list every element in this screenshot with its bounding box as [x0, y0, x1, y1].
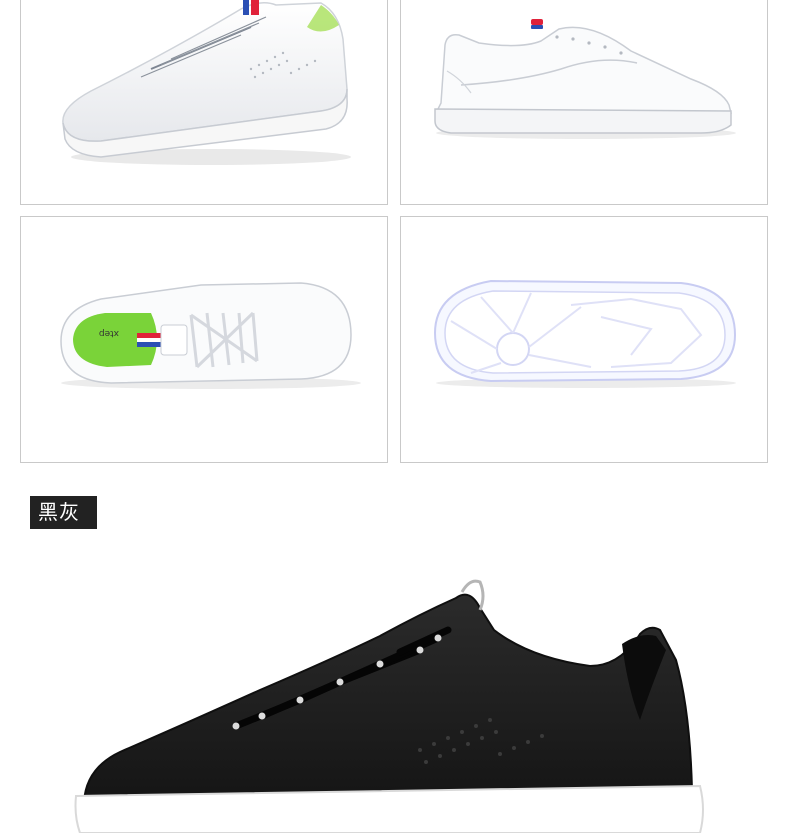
white-sneaker-side-image [62, 0, 351, 165]
product-image-top-view[interactable]: xtep [20, 216, 388, 463]
tongue-brand-text: xtep [99, 328, 119, 338]
white-sneaker-sole-image [433, 279, 737, 388]
black-grey-sneaker-image [74, 579, 704, 833]
white-sneaker-top-image: xtep [60, 282, 361, 389]
product-image-side-view[interactable] [20, 0, 388, 205]
white-sneaker-inner-side-image [434, 19, 736, 139]
product-image-sole-view[interactable] [400, 216, 768, 463]
colorway-label: 黑灰 [30, 496, 97, 529]
product-image-inner-side-view[interactable] [400, 0, 768, 205]
